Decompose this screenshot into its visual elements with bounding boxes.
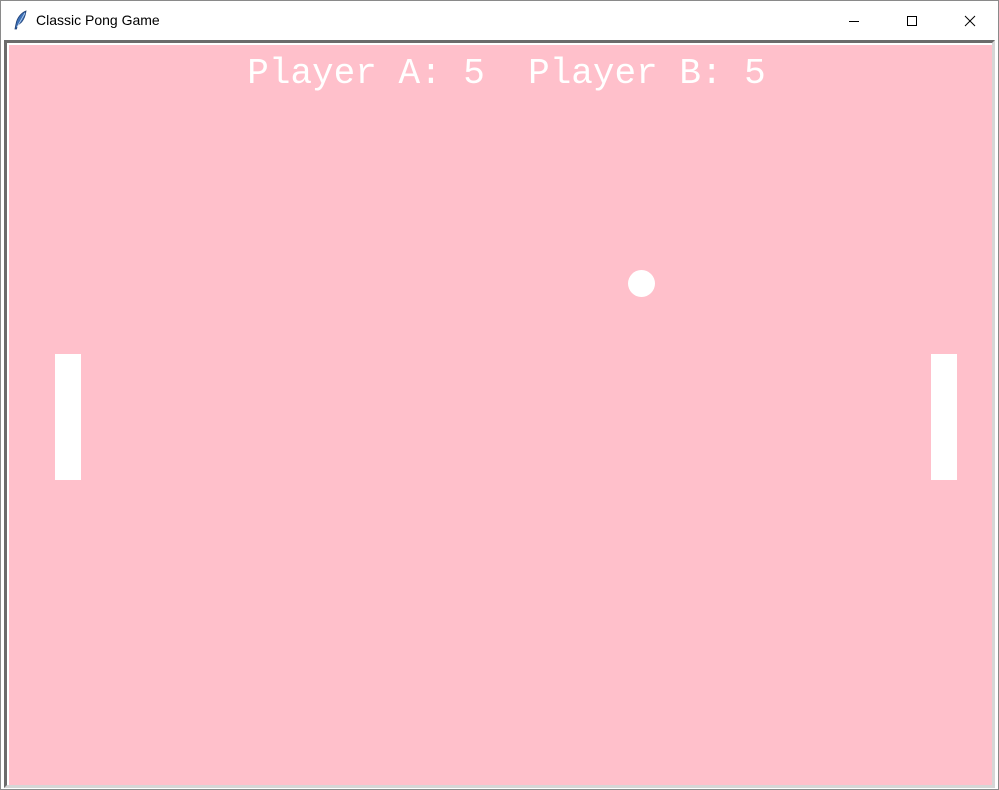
close-icon bbox=[964, 15, 976, 26]
app-window: Classic Pong Game Player A: 5 Player B: … bbox=[0, 0, 999, 790]
game-canvas[interactable]: Player A: 5 Player B: 5 bbox=[9, 45, 992, 785]
maximize-button[interactable] bbox=[883, 1, 941, 40]
paddle-player-b bbox=[931, 354, 957, 480]
minimize-icon bbox=[849, 20, 859, 22]
ball bbox=[628, 270, 655, 297]
window-title: Classic Pong Game bbox=[36, 12, 160, 28]
paddle-player-a bbox=[55, 354, 81, 480]
feather-icon bbox=[13, 10, 29, 30]
title-bar[interactable]: Classic Pong Game bbox=[1, 1, 998, 40]
minimize-button[interactable] bbox=[825, 1, 883, 40]
scoreboard: Player A: 5 Player B: 5 bbox=[247, 53, 766, 94]
maximize-icon bbox=[907, 15, 917, 26]
close-button[interactable] bbox=[941, 1, 999, 40]
game-canvas-frame: Player A: 5 Player B: 5 bbox=[4, 40, 995, 788]
